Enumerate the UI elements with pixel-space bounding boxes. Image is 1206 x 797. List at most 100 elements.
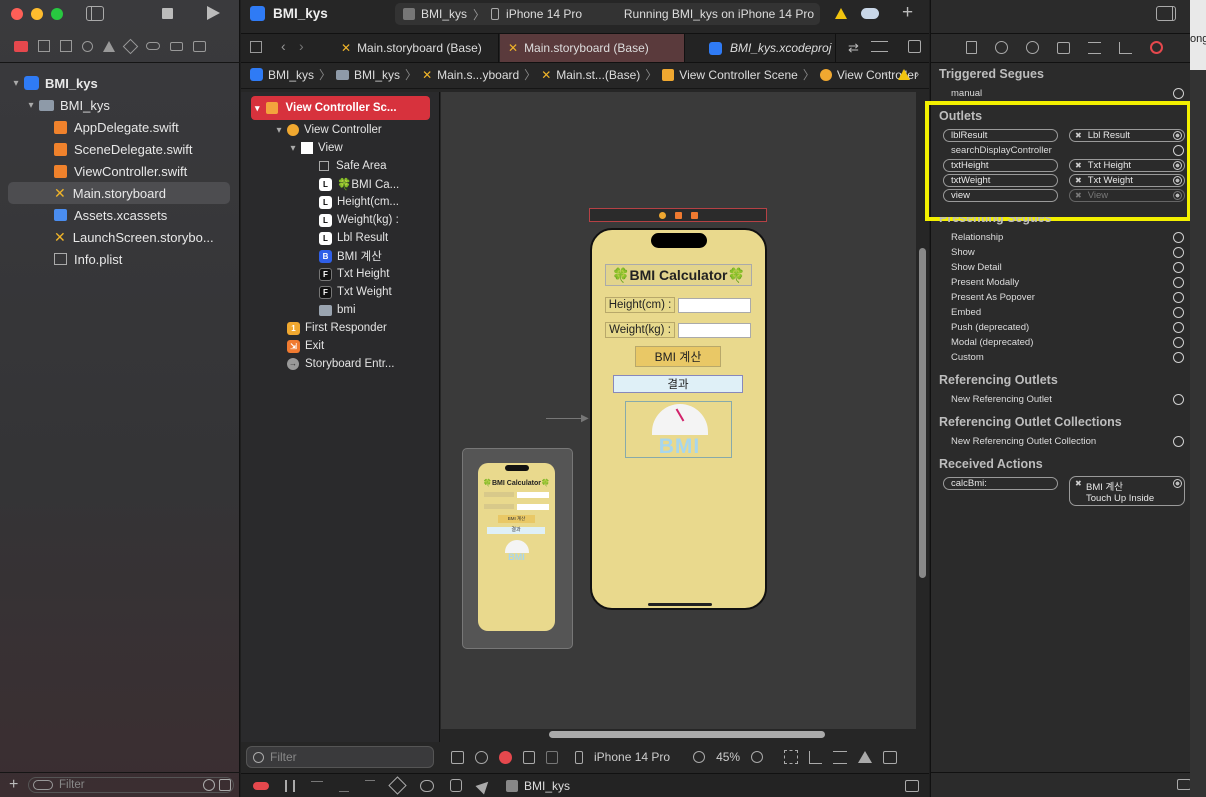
update-frames-icon[interactable] [784,750,799,764]
remove-connection-icon[interactable]: ✖ [1075,479,1082,488]
horizontal-scrollbar[interactable] [549,731,825,738]
connection-circle[interactable] [1173,277,1184,288]
history-inspector-icon[interactable] [995,41,1008,54]
storyboard-canvas[interactable]: ▶ 🍀BMI Calculator🍀 Height(cm) : Weight(k… [441,92,926,738]
device-config-button[interactable]: iPhone 14 Pro [594,750,670,764]
run-icon[interactable] [207,6,220,20]
related-items-icon[interactable]: ⇄ [848,40,859,56]
add-icon[interactable]: + [9,776,18,794]
remove-connection-icon[interactable]: ✖ [1075,131,1082,140]
embed-icon[interactable] [883,750,898,764]
connection-circle[interactable] [1173,232,1184,243]
tab-xcodeproj[interactable]: BMI_kys.xcodeproj [686,34,836,62]
zoom-level[interactable]: 45% [716,750,740,764]
tab-main-storyboard-1[interactable]: ✕ Main.storyboard (Base) [333,34,499,62]
help-inspector-icon[interactable] [1026,41,1039,54]
outline-item[interactable]: L 🍀BMI Ca... [319,175,399,193]
split-icon[interactable] [546,750,558,764]
scheme-selector[interactable]: BMI_kys [421,7,467,21]
connection-circle[interactable] [1173,145,1184,156]
outlet-txtWeight[interactable]: txtWeight [943,174,1058,187]
outlet-target-lblResult[interactable]: ✖ Lbl Result [1069,129,1185,142]
connections-inspector-icon[interactable] [1150,41,1163,54]
prev-issue-icon[interactable]: ‹ [884,66,888,81]
nav-item-infoplist[interactable]: Info.plist [0,248,240,270]
outline-toggle-icon[interactable] [451,750,464,764]
changed-icon[interactable] [219,779,231,791]
resolve-issues-icon[interactable] [858,751,873,763]
editor-options-icon[interactable] [871,41,888,52]
remove-connection-icon[interactable]: ✖ [1075,161,1082,170]
tab-main-storyboard-2[interactable]: ✕ Main.storyboard (Base) [500,34,685,62]
connection-circle[interactable] [1173,352,1184,363]
grid-icon[interactable] [250,41,262,53]
next-issue-icon[interactable]: › [915,66,919,81]
outline-item[interactable]: ▾ View [287,139,343,157]
nav-item-group[interactable]: ▾ BMI_kys [0,94,240,116]
view-controller-icon[interactable] [658,211,666,219]
step-out-icon[interactable] [365,779,375,792]
activity-view[interactable]: BMI_kys 〉 iPhone 14 Pro Running BMI_kys … [395,3,820,25]
memory-graph-icon[interactable] [420,779,434,792]
action-target[interactable]: ✖ BMI 계산 Touch Up Inside [1069,476,1185,506]
breadcrumb-item[interactable]: Main.st...(Base) [556,68,640,82]
close-window-button[interactable] [11,8,23,20]
report-icon[interactable] [193,40,206,52]
identity-inspector-icon[interactable] [1057,41,1070,54]
appearance-icon[interactable] [475,750,488,764]
orientation-icon[interactable] [523,750,535,764]
recent-icon[interactable] [203,779,215,791]
nav-item-viewcontroller[interactable]: ViewController.swift [0,160,240,182]
launch-screen-scene[interactable]: 🍀BMI Calculator🍀 BMI 계산 결과 BMI [462,448,573,649]
inspector-toggle-icon[interactable] [1156,6,1176,21]
breadcrumb-item[interactable]: View Controller Scene [679,68,798,82]
connection-filled-circle[interactable] [1173,176,1182,185]
scene-dock[interactable] [589,208,767,222]
step-over-icon[interactable] [311,780,323,791]
nav-item-assets[interactable]: Assets.xcassets [0,204,240,226]
connection-circle[interactable] [1173,394,1184,405]
remove-connection-icon[interactable]: ✖ [1075,191,1082,200]
pause-icon[interactable] [285,779,295,792]
debug-icon[interactable] [146,42,160,50]
split-editor-icon[interactable] [908,40,921,53]
action-calcBmi[interactable]: calcBmi: [943,477,1058,490]
connection-circle[interactable] [1173,436,1184,447]
file-inspector-icon[interactable] [966,41,977,54]
nav-item-appdelegate[interactable]: AppDelegate.swift [0,116,240,138]
connection-circle[interactable] [1173,88,1184,99]
zoom-window-button[interactable] [51,8,63,20]
outlet-target-txtWeight[interactable]: ✖ Txt Weight [1069,174,1185,187]
zoom-out-icon[interactable] [693,751,706,763]
connection-circle[interactable] [1173,307,1184,318]
issue-icon[interactable] [103,40,115,52]
source-control-icon[interactable] [38,40,50,52]
library-toggle-icon[interactable] [1177,779,1191,790]
test-icon[interactable] [122,38,139,54]
sidebar-toggle-icon[interactable] [86,6,104,21]
navigator-filter-field[interactable]: Filter [28,777,234,793]
forward-icon[interactable]: › [299,38,304,54]
warning-icon[interactable] [898,69,910,80]
environment-icon[interactable] [450,779,462,792]
connection-filled-circle[interactable] [1173,161,1182,170]
outlet-target-txtHeight[interactable]: ✖ Txt Height [1069,159,1185,172]
stop-icon[interactable] [162,8,173,19]
entry-arrow[interactable] [546,418,586,419]
attributes-inspector-icon[interactable] [1088,41,1101,54]
find-icon[interactable] [82,40,93,52]
exit-icon[interactable] [690,211,698,219]
outlet-lblResult[interactable]: lblResult [943,129,1058,142]
first-responder-icon[interactable] [674,211,682,219]
warning-icon[interactable] [835,8,847,19]
nav-item-scenedelegate[interactable]: SceneDelegate.swift [0,138,240,160]
outlet-target-view[interactable]: ✖ View [1069,189,1185,202]
device-selector[interactable]: iPhone 14 Pro [506,7,582,21]
cloud-icon[interactable] [861,8,879,19]
outline-item[interactable]: F Txt Weight [319,283,392,301]
connection-filled-circle[interactable] [1173,131,1182,140]
connection-circle[interactable] [1173,247,1184,258]
view-hierarchy-icon[interactable] [388,776,407,795]
nav-item-launchscreen[interactable]: ✕ LaunchScreen.storybo... [0,226,240,248]
connection-filled-circle[interactable] [1173,191,1182,200]
